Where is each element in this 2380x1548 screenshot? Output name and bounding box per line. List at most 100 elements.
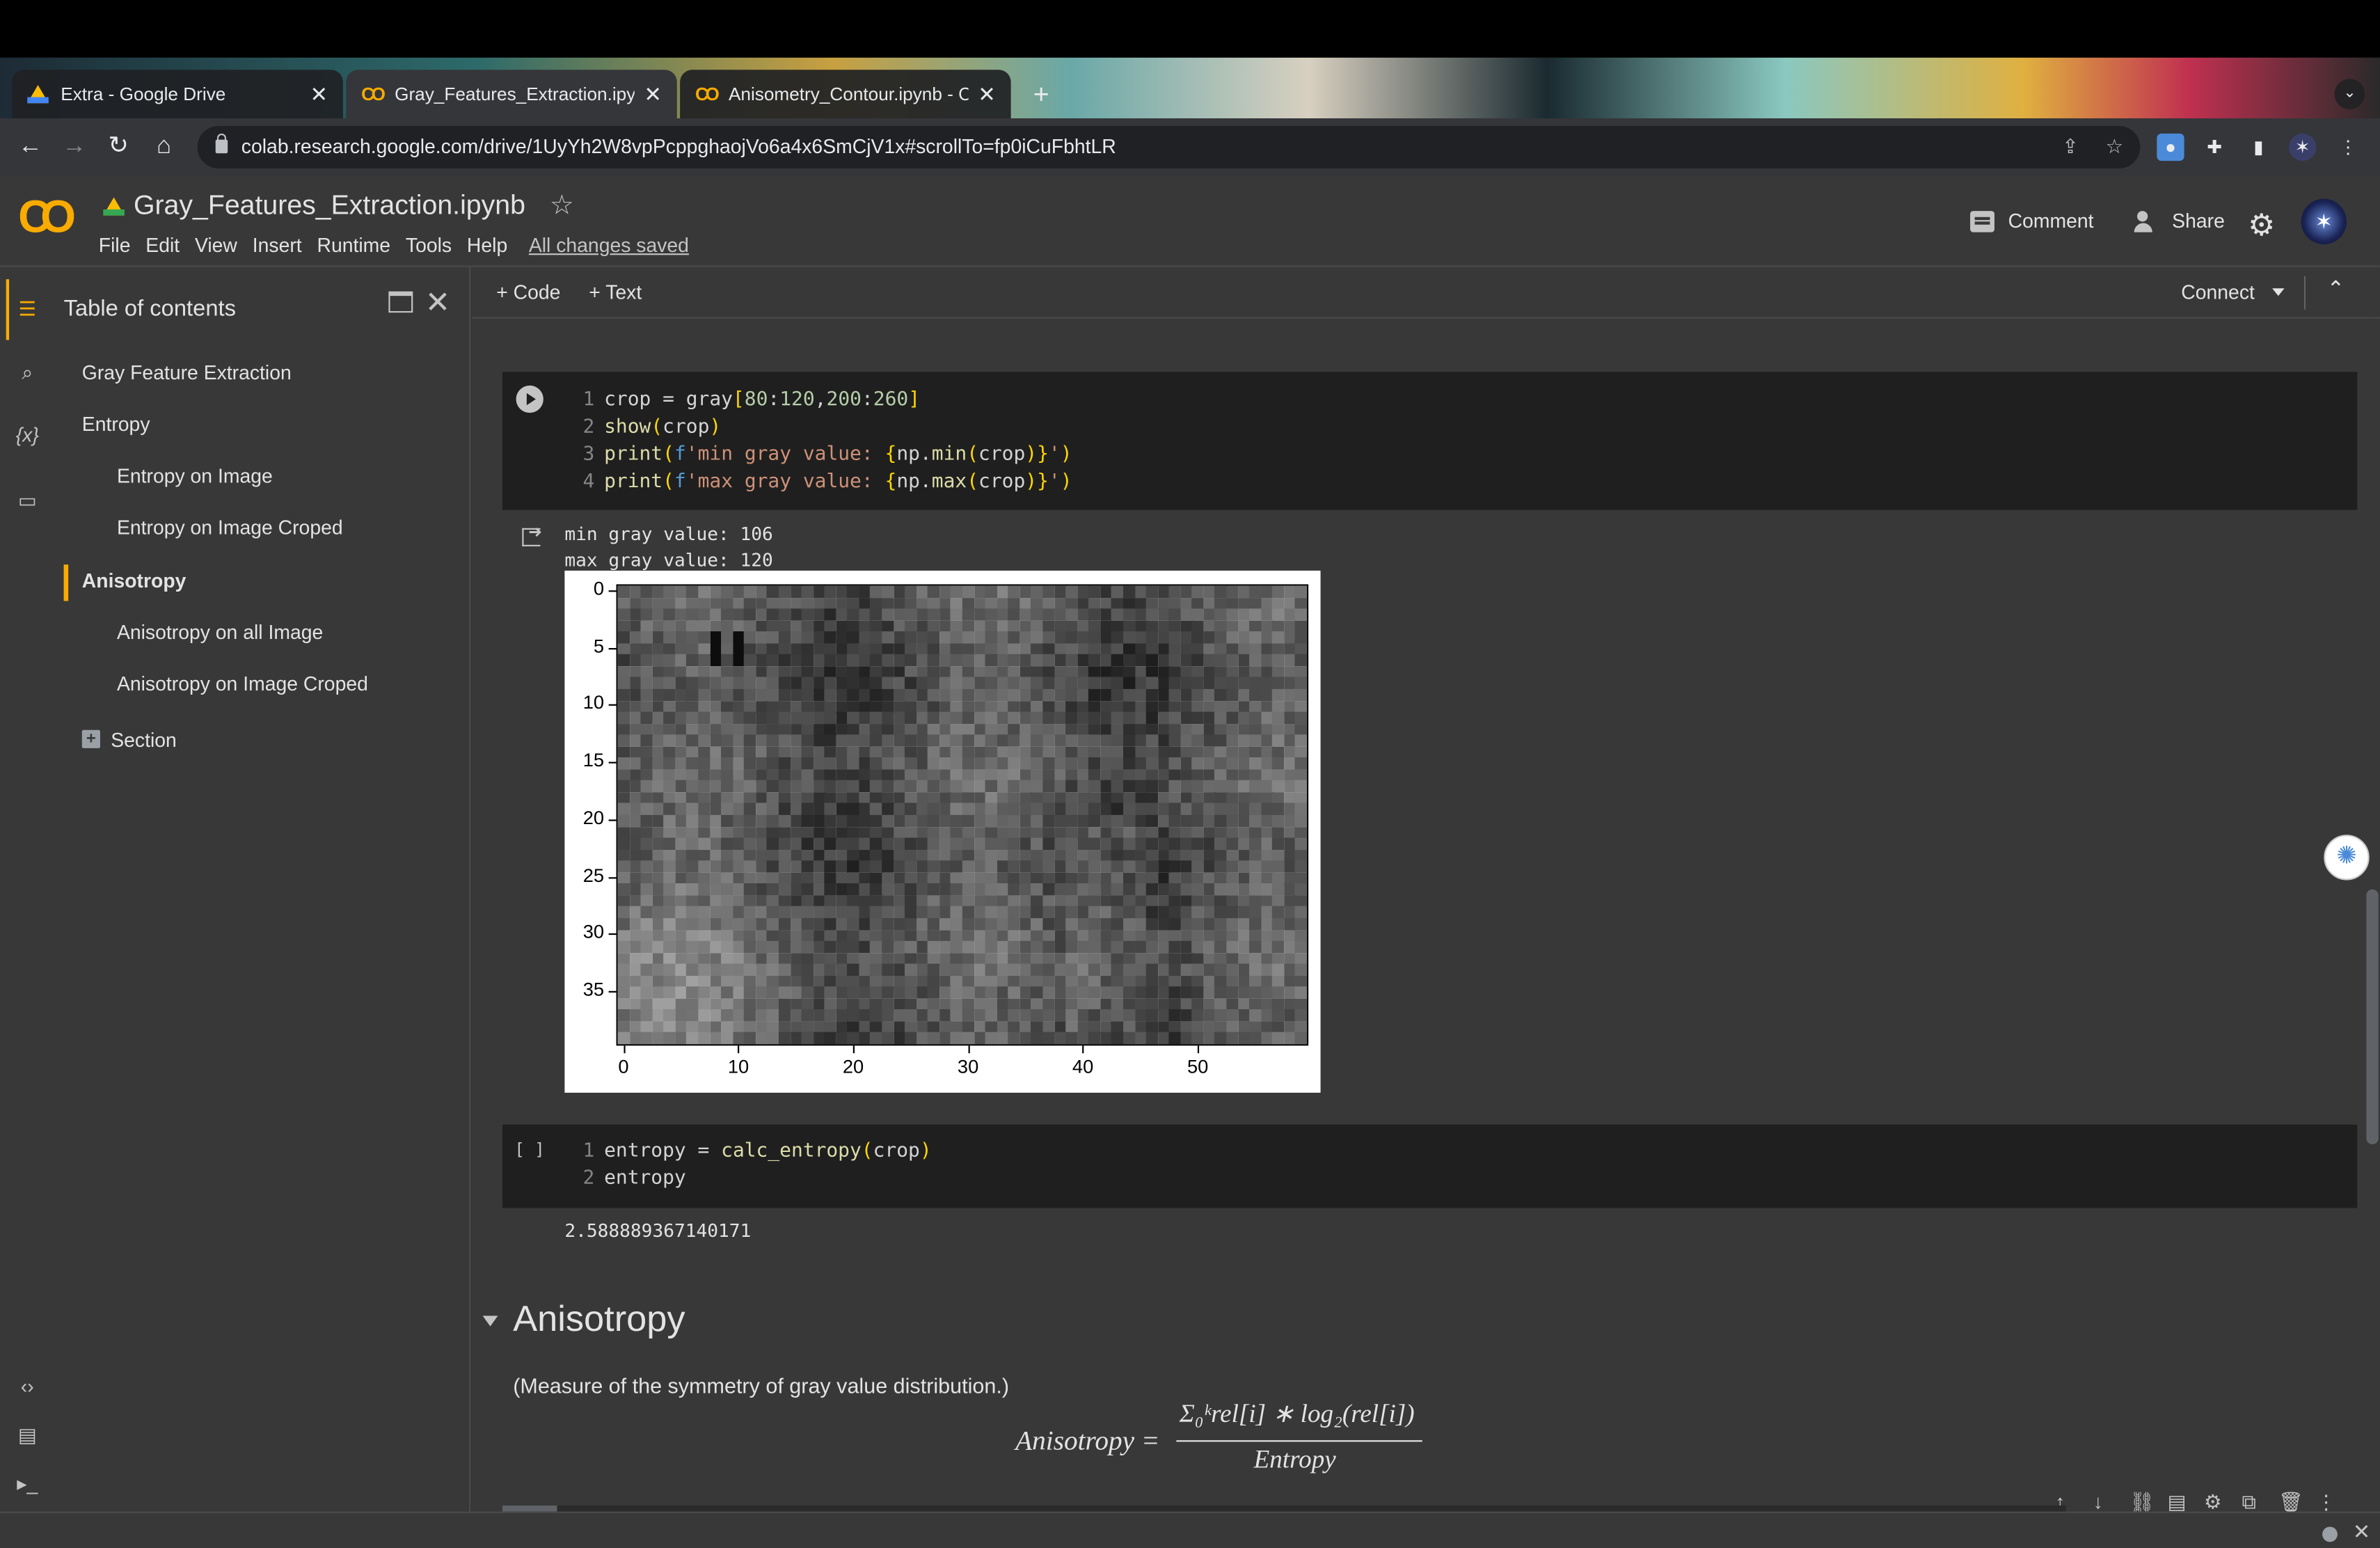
new-tab-button[interactable]: + — [1026, 79, 1056, 109]
avatar[interactable]: ✶ — [2301, 198, 2347, 245]
terminal-icon[interactable]: ▸_ — [12, 1469, 42, 1500]
output-toggle-icon[interactable] — [522, 522, 542, 546]
comment-button[interactable]: Comment — [1970, 210, 2094, 232]
save-status-link[interactable]: All changes saved — [529, 234, 689, 257]
move-down-arrow-icon[interactable]: ↓ — [2093, 1490, 2103, 1512]
drive-icon[interactable] — [103, 196, 125, 215]
scrollbar-thumb[interactable] — [2366, 889, 2379, 1145]
heatmap-cell — [974, 665, 987, 679]
heatmap-cell — [790, 1021, 803, 1034]
connect-button[interactable]: Connect — [2181, 281, 2255, 303]
heatmap-cell — [698, 1021, 711, 1034]
toc-item-anisotropy[interactable]: Anisotropy — [82, 569, 187, 592]
ai-assistant-icon[interactable]: ✺ — [2324, 835, 2370, 880]
command-palette-icon[interactable]: ▤ — [12, 1421, 42, 1451]
heatmap-cell — [1226, 654, 1239, 668]
execution-count[interactable]: [ ] — [514, 1139, 544, 1159]
share-button[interactable]: Share — [2134, 210, 2225, 232]
heatmap-cell — [1272, 975, 1285, 988]
forward-arrow-icon[interactable]: → — [58, 131, 91, 164]
close-icon[interactable]: ✕ — [978, 81, 996, 107]
toc-item-gray-feature-extraction[interactable]: Gray Feature Extraction — [82, 361, 292, 384]
toc-item-entropy[interactable]: Entropy — [82, 413, 150, 436]
add-text-button[interactable]: + Text — [589, 281, 642, 303]
code-snippets-icon[interactable]: ‹› — [12, 1372, 42, 1403]
run-cell-button[interactable] — [516, 385, 544, 413]
x-tick-label: 20 — [842, 1056, 864, 1078]
add-section-label[interactable]: Section — [111, 729, 177, 752]
toc-item-anisotropy-on-all-image[interactable]: Anisotropy on all Image — [117, 621, 323, 644]
profile-avatar[interactable]: ✶ — [2289, 133, 2317, 161]
side-panel-icon[interactable]: ▮ — [2245, 134, 2272, 161]
chevron-up-icon[interactable]: ⌃ — [2327, 276, 2345, 302]
address-bar[interactable]: colab.research.google.com/drive/1UyYh2W8… — [197, 125, 2141, 169]
heatmap-cell — [652, 780, 665, 793]
back-arrow-icon[interactable]: ← — [14, 131, 47, 164]
search-icon[interactable]: ⌕ — [12, 358, 42, 389]
heatmap-cell — [1214, 757, 1228, 771]
puzzle-icon[interactable]: ✚ — [2201, 134, 2228, 161]
gear-icon[interactable]: ⚙ — [2204, 1490, 2221, 1512]
extension-droplet-icon[interactable]: ● — [2157, 133, 2184, 161]
heatmap-cell — [709, 998, 722, 1011]
heatmap-cell — [916, 1021, 929, 1034]
notebook-title[interactable]: Gray_Features_Extraction.ipynb — [134, 190, 525, 222]
tab-gray-features[interactable]: CO Gray_Features_Extraction.ipyn ✕ — [346, 70, 677, 119]
heatmap-cell — [732, 837, 745, 851]
toc-item-entropy-on-image-croped[interactable]: Entropy on Image Croped — [117, 516, 343, 539]
heatmap-cell — [1295, 585, 1307, 599]
heatmap-cell — [1031, 998, 1044, 1011]
tab-google-drive[interactable]: Extra - Google Drive ✕ — [12, 70, 343, 119]
bookmark-star-icon[interactable]: ☆ — [2102, 135, 2127, 159]
open-in-tab-icon[interactable] — [388, 291, 413, 313]
star-icon[interactable]: ☆ — [550, 190, 574, 222]
close-icon[interactable]: ✕ — [644, 81, 662, 107]
heatmap-cell — [1260, 860, 1274, 874]
kebab-menu-icon[interactable]: ⋮ — [2335, 134, 2362, 161]
close-icon[interactable]: ✕ — [425, 284, 451, 322]
caret-down-icon[interactable] — [2272, 288, 2285, 297]
tab-anisometry[interactable]: CO Anisometry_Contour.ipynb - C ✕ — [680, 70, 1011, 119]
trash-icon[interactable]: 🗑 — [2278, 1490, 2303, 1512]
heatmap-cell — [755, 642, 768, 656]
close-icon[interactable]: ✕ — [2353, 1519, 2371, 1545]
heatmap-cell — [686, 734, 699, 748]
heatmap-cell — [1020, 849, 1033, 862]
add-section-icon[interactable]: + — [81, 729, 100, 748]
add-code-button[interactable]: + Code — [496, 281, 560, 303]
reload-icon[interactable]: ↻ — [102, 131, 135, 164]
link-icon[interactable]: ⛓ — [2129, 1490, 2155, 1512]
toc-item-entropy-on-image[interactable]: Entropy on Image — [117, 464, 273, 487]
home-icon[interactable]: ⌂ — [148, 131, 181, 164]
variables-icon[interactable]: {x} — [12, 420, 42, 451]
colab-logo[interactable]: CO — [18, 193, 76, 244]
heatmap-cell — [859, 1009, 872, 1022]
horizontal-scrollbar[interactable] — [502, 1505, 2066, 1512]
toc-item-anisotropy-on-image-croped[interactable]: Anisotropy on Image Croped — [117, 672, 368, 695]
menu-view[interactable]: View — [195, 234, 237, 257]
menu-help[interactable]: Help — [467, 234, 507, 257]
tab-search-button[interactable]: ⌄ — [2334, 79, 2365, 109]
share-page-icon[interactable]: ⇪ — [2058, 135, 2083, 159]
code-cell[interactable]: 1 crop = gray[80:120,200:260] 2 show(crop)… — [502, 372, 2358, 510]
menu-insert[interactable]: Insert — [253, 234, 302, 257]
comment-icon[interactable]: ▤ — [2168, 1490, 2187, 1512]
menu-tools[interactable]: Tools — [406, 234, 452, 257]
folder-icon[interactable]: ▭ — [12, 486, 42, 516]
menu-runtime[interactable]: Runtime — [317, 234, 390, 257]
heatmap-cell — [1065, 585, 1079, 599]
y-tick-mark — [608, 933, 617, 935]
menu-edit[interactable]: Edit — [145, 234, 180, 257]
close-icon[interactable]: ✕ — [310, 81, 328, 107]
menu-file[interactable]: File — [99, 234, 131, 257]
code-cell[interactable]: [ ] 1 entropy = calc_entropy(crop) 2 entro… — [502, 1124, 2358, 1208]
heatmap-cell — [1100, 619, 1113, 633]
settings-gear-icon[interactable]: ⚙ — [2248, 207, 2275, 245]
heatmap-cell — [1122, 688, 1136, 702]
more-vert-icon[interactable]: ⋮ — [2316, 1490, 2335, 1512]
collapse-section-icon[interactable] — [482, 1316, 498, 1327]
heatmap-cell — [1134, 1009, 1148, 1022]
table-of-contents-icon[interactable]: ☰ — [12, 294, 42, 325]
heatmap-cell — [847, 1009, 860, 1022]
mirror-cell-icon[interactable]: ⧉ — [2242, 1490, 2256, 1512]
